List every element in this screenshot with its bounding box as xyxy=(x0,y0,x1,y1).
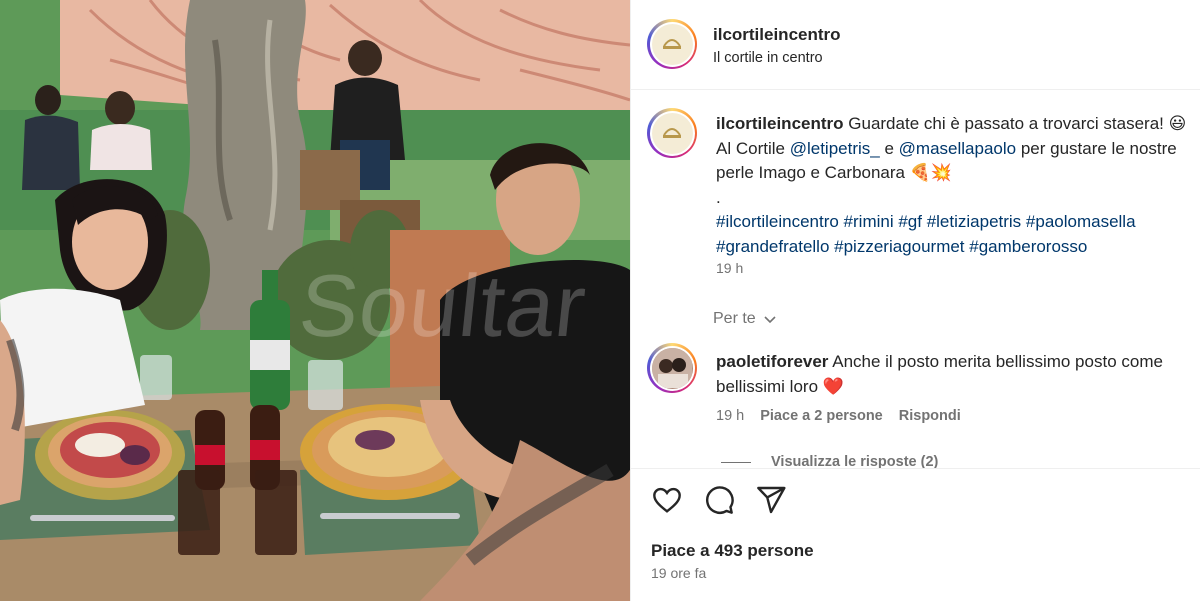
caption-timestamp: 19 h xyxy=(716,260,744,276)
post-photo[interactable]: Soultar xyxy=(0,0,630,601)
caption-avatar[interactable] xyxy=(647,108,697,158)
reply-button[interactable]: Rispondi xyxy=(899,408,961,424)
comment-button[interactable] xyxy=(703,484,735,516)
comment-icon xyxy=(706,486,734,514)
caption-text: ilcortileincentro Guardate chi è passato… xyxy=(716,112,1196,259)
post-side-panel: ilcortileincentro Il cortile in centro i… xyxy=(630,0,1200,601)
profile-avatar[interactable] xyxy=(647,19,697,69)
restaurant-logo-icon xyxy=(655,27,689,61)
comment-meta: 19 h Piace a 2 persone Rispondi xyxy=(716,408,961,424)
caption-username[interactable]: ilcortileincentro xyxy=(716,114,844,133)
for-you-label: Per te xyxy=(713,310,756,327)
caption-al-cortile: Al Cortile xyxy=(716,138,785,158)
caption-dot: . xyxy=(716,187,721,207)
like-button[interactable] xyxy=(651,484,683,516)
comment-text: paoletiforever Anche il posto merita bel… xyxy=(716,350,1196,399)
post-header: ilcortileincentro Il cortile in centro xyxy=(631,0,1200,90)
comment-likes[interactable]: Piace a 2 persone xyxy=(760,408,883,424)
share-button[interactable] xyxy=(755,484,787,516)
photo-scene xyxy=(0,0,630,601)
hashtags-line1[interactable]: #ilcortileincentro #rimini #gf #letiziap… xyxy=(716,212,1136,231)
commenter-photo-icon xyxy=(652,348,692,388)
header-location[interactable]: Il cortile in centro xyxy=(713,50,823,66)
replies-divider xyxy=(721,461,751,463)
comment-timestamp: 19 h xyxy=(716,408,745,424)
commenter-avatar[interactable] xyxy=(647,343,697,393)
header-username[interactable]: ilcortileincentro xyxy=(713,25,841,45)
mention-masellapaolo[interactable]: @masellapaolo xyxy=(899,139,1016,158)
heart-icon xyxy=(653,487,681,513)
likes-count[interactable]: Piace a 493 persone xyxy=(651,541,814,561)
post-timestamp: 19 ore fa xyxy=(651,565,707,581)
restaurant-logo-icon xyxy=(655,116,689,150)
for-you-filter[interactable]: Per te xyxy=(713,310,778,328)
chevron-down-icon xyxy=(764,316,776,324)
hashtags-line2[interactable]: #grandefratello #pizzeriagourmet #gamber… xyxy=(716,237,1087,256)
post-actions: Piace a 493 persone 19 ore fa xyxy=(631,468,1200,601)
mention-letipetris[interactable]: @letipetris_ xyxy=(790,139,880,158)
caption-line1: Guardate chi è passato a trovarci staser… xyxy=(848,114,1187,133)
send-icon xyxy=(757,486,786,514)
caption-and: e xyxy=(884,138,894,158)
comment-username[interactable]: paoletiforever xyxy=(716,352,828,371)
action-icons xyxy=(651,484,787,516)
